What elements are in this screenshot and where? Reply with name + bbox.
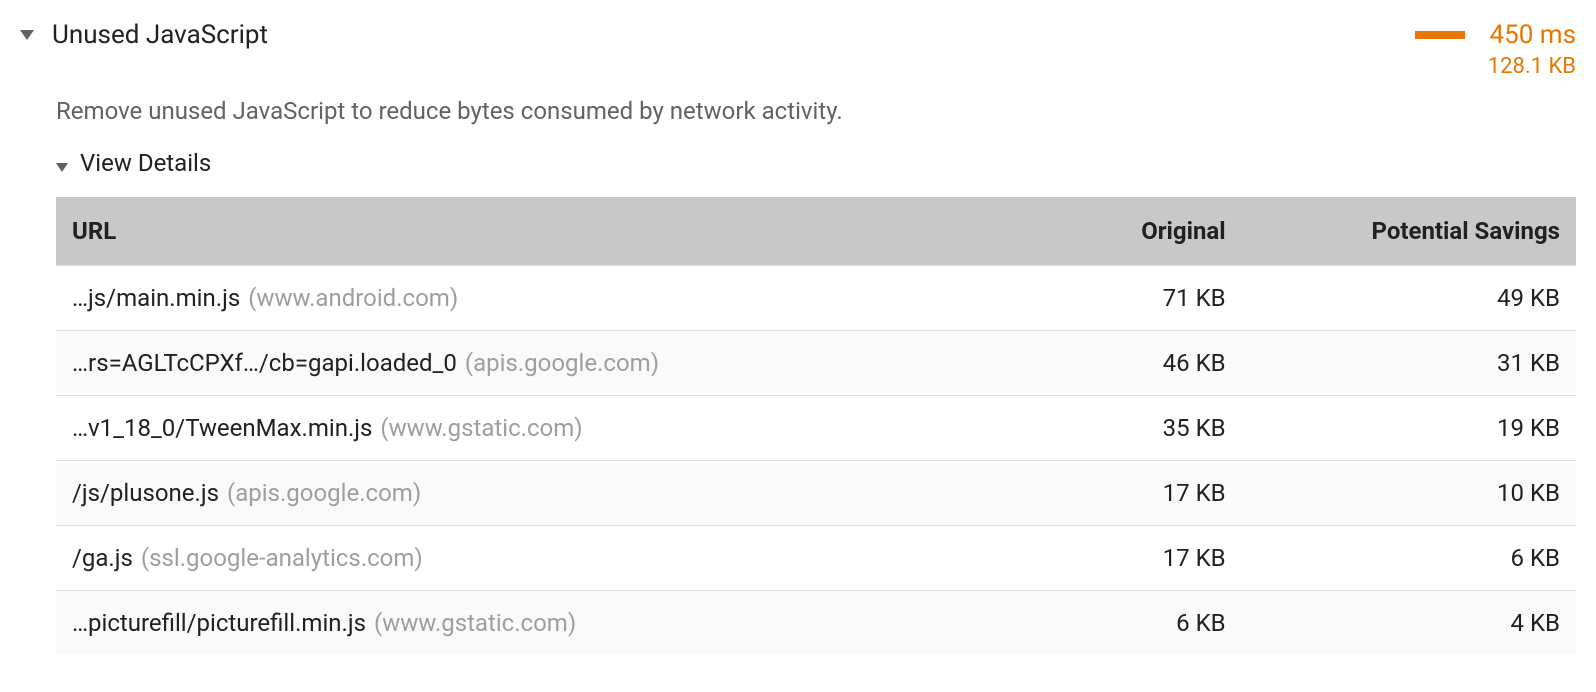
table-row[interactable]: …rs=AGLTcCPXf…/cb=gapi.loaded_0 (apis.goo… [56, 331, 1576, 396]
url-path: /ga.js [72, 544, 133, 572]
audit-header: Unused JavaScript 450 ms 128.1 KB [20, 20, 1576, 79]
url-host: (apis.google.com) [465, 349, 659, 377]
table-cell-savings: 4 KB [1242, 591, 1576, 656]
table-cell-original: 35 KB [968, 396, 1242, 461]
url-path: …v1_18_0/TweenMax.min.js [72, 414, 372, 442]
audit-stats: 450 ms 128.1 KB [1415, 20, 1576, 79]
table-row[interactable]: …v1_18_0/TweenMax.min.js (www.gstatic.com… [56, 396, 1576, 461]
details-toggle[interactable]: View Details [56, 149, 1576, 177]
url-path: …rs=AGLTcCPXf…/cb=gapi.loaded_0 [72, 349, 457, 377]
table-row[interactable]: /ga.js (ssl.google-analytics.com) 17 KB6 K… [56, 526, 1576, 591]
table-cell-original: 17 KB [968, 526, 1242, 591]
url-host: (www.gstatic.com) [380, 414, 582, 442]
table-cell-savings: 49 KB [1242, 266, 1576, 331]
table-cell-savings: 19 KB [1242, 396, 1576, 461]
audit-size-value: 128.1 KB [1488, 54, 1576, 79]
chevron-down-icon[interactable] [20, 30, 34, 40]
table-header-url: URL [56, 197, 968, 266]
table-cell-savings: 31 KB [1242, 331, 1576, 396]
table-header-savings: Potential Savings [1242, 197, 1576, 266]
audit-description: Remove unused JavaScript to reduce bytes… [56, 97, 1576, 125]
table-cell-url: /ga.js (ssl.google-analytics.com) [56, 526, 968, 591]
table-header-original: Original [968, 197, 1242, 266]
audit-title: Unused JavaScript [52, 20, 1415, 50]
details-section: View Details URL Original Potential Savi… [56, 149, 1576, 655]
bar-indicator-icon [1415, 31, 1465, 39]
url-host: (www.gstatic.com) [374, 609, 576, 637]
table-cell-original: 6 KB [968, 591, 1242, 656]
details-label: View Details [80, 149, 211, 177]
table-cell-original: 17 KB [968, 461, 1242, 526]
url-host: (apis.google.com) [227, 479, 421, 507]
url-host: (www.android.com) [248, 284, 458, 312]
audit-table: URL Original Potential Savings …js/main.… [56, 197, 1576, 655]
table-cell-original: 46 KB [968, 331, 1242, 396]
url-path: …picturefill/picturefill.min.js [72, 609, 366, 637]
table-row[interactable]: …js/main.min.js (www.android.com) 71 KB49 … [56, 266, 1576, 331]
table-header-row: URL Original Potential Savings [56, 197, 1576, 266]
chevron-down-icon [56, 163, 68, 172]
table-cell-savings: 10 KB [1242, 461, 1576, 526]
table-cell-url: …js/main.min.js (www.android.com) [56, 266, 968, 331]
audit-time-value: 450 ms [1489, 20, 1576, 50]
url-host: (ssl.google-analytics.com) [141, 544, 423, 572]
audit-stats-top: 450 ms [1415, 20, 1576, 50]
table-row[interactable]: …picturefill/picturefill.min.js (www.gsta… [56, 591, 1576, 656]
url-path: …js/main.min.js [72, 284, 240, 312]
table-cell-url: /js/plusone.js (apis.google.com) [56, 461, 968, 526]
table-cell-url: …rs=AGLTcCPXf…/cb=gapi.loaded_0 (apis.goo… [56, 331, 968, 396]
table-cell-original: 71 KB [968, 266, 1242, 331]
table-cell-url: …v1_18_0/TweenMax.min.js (www.gstatic.com… [56, 396, 968, 461]
table-row[interactable]: /js/plusone.js (apis.google.com) 17 KB10 K… [56, 461, 1576, 526]
table-cell-savings: 6 KB [1242, 526, 1576, 591]
table-cell-url: …picturefill/picturefill.min.js (www.gsta… [56, 591, 968, 656]
url-path: /js/plusone.js [72, 479, 219, 507]
